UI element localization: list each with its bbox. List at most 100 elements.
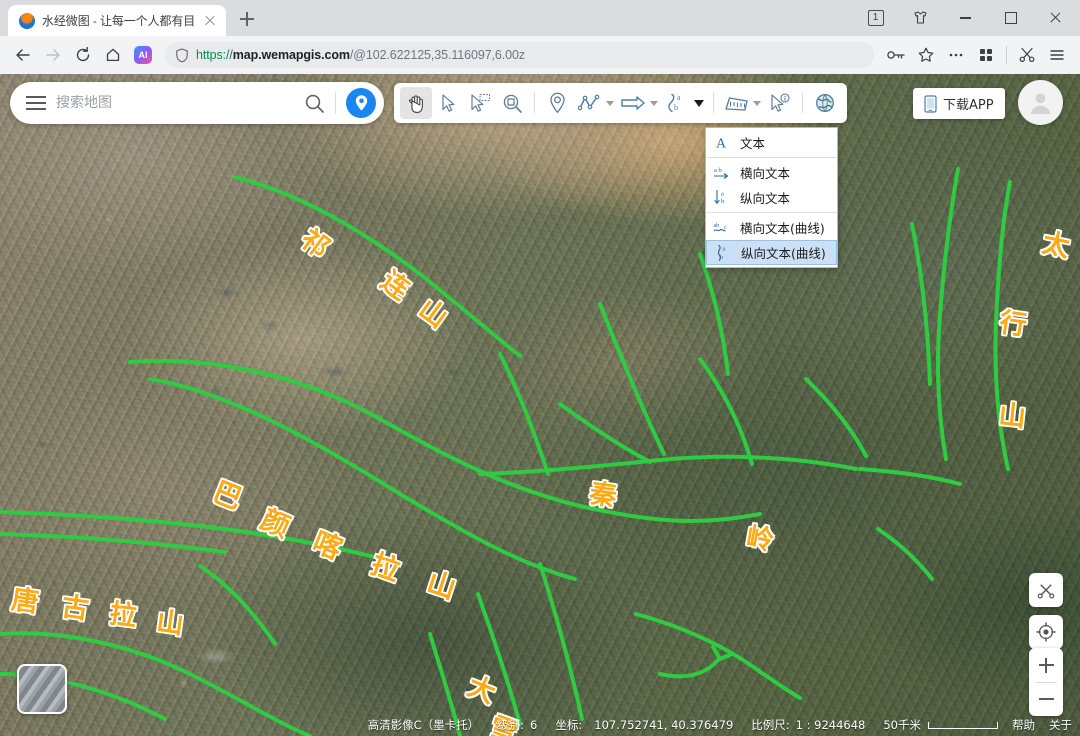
- scissors-icon[interactable]: [1012, 40, 1042, 70]
- reload-icon[interactable]: [68, 40, 98, 70]
- browser-toolbar-right: [881, 40, 1072, 70]
- status-scalebar-label: 50千米: [883, 718, 921, 732]
- collections-icon[interactable]: [898, 2, 943, 34]
- window-close-button[interactable]: [1033, 2, 1078, 34]
- tab-favicon-icon: [19, 12, 35, 29]
- menu-item-label: 文本: [740, 136, 766, 151]
- status-help-link[interactable]: 帮助: [1012, 717, 1035, 733]
- zoom-out-button[interactable]: [1029, 682, 1063, 716]
- status-scale-label: 比例尺:: [751, 718, 790, 732]
- ellipsis-icon[interactable]: [941, 40, 971, 70]
- browser-tab[interactable]: 水经微图 - 让每一个人都有目: [8, 5, 227, 36]
- minimize-button[interactable]: [943, 2, 988, 34]
- horizontal-text-icon: a b: [712, 163, 732, 183]
- text-A-icon: A: [712, 133, 732, 153]
- status-about-link[interactable]: 关于: [1049, 717, 1072, 733]
- toolbar-divider: [1006, 46, 1007, 64]
- status-basemap: 高清影像C（墨卡托）: [367, 718, 480, 732]
- map-search-bar[interactable]: [10, 82, 384, 124]
- hamburger-icon[interactable]: [26, 96, 46, 110]
- text-tool-caret[interactable]: [694, 99, 704, 107]
- download-app-label: 下载APP: [943, 98, 994, 113]
- zoom-controls: [1029, 648, 1063, 716]
- grid-apps-icon[interactable]: [971, 40, 1001, 70]
- url-host: map.wemapgis.com: [232, 48, 350, 62]
- text-tool[interactable]: a b: [661, 87, 693, 119]
- window-controls: 1: [853, 0, 1080, 36]
- svg-text:a: a: [723, 246, 726, 252]
- menu-item-horizontal-curve-text[interactable]: ab c 横向文本(曲线): [706, 215, 837, 240]
- search-icon[interactable]: [304, 93, 325, 114]
- select-arrow-tool[interactable]: [432, 87, 464, 119]
- menu-item-vertical-curve-text[interactable]: ab 纵向文本(曲线): [706, 240, 837, 265]
- crop-scissors-icon[interactable]: [1029, 573, 1063, 607]
- basemap-thumbnail[interactable]: [17, 664, 67, 714]
- address-bar-url: https://map.wemapgis.com/@102.622125,35.…: [196, 48, 525, 62]
- url-path: /@102.622125,35.116097,6.00z: [349, 48, 525, 62]
- zoom-box-tool[interactable]: [496, 87, 528, 119]
- map-pin-icon[interactable]: [346, 88, 376, 118]
- zoom-in-button[interactable]: [1029, 648, 1063, 682]
- home-icon[interactable]: [98, 40, 128, 70]
- search-input[interactable]: [56, 95, 294, 111]
- text-tool-dropdown-menu[interactable]: A 文本 a b 横向文本 ab 纵向文本 ab c 横向文本(曲线) ab 纵…: [705, 127, 838, 268]
- toolbar-divider: [713, 93, 714, 113]
- status-scale-value: 1 : 9244648: [795, 718, 866, 732]
- info-pick-tool[interactable]: [764, 87, 796, 119]
- window-titlebar: 水经微图 - 让每一个人都有目 1: [0, 0, 1080, 36]
- menu-item-label: 纵向文本(曲线): [741, 246, 826, 261]
- user-avatar-icon[interactable]: [1018, 80, 1063, 125]
- toolbar-divider: [534, 93, 535, 113]
- tab-title: 水经微图 - 让每一个人都有目: [42, 14, 196, 28]
- map-canvas[interactable]: 祁 连 山 巴 颜 喀 拉 山 唐 古 拉 山 秦 岭 大 雪 山 太 行 山: [0, 74, 1080, 736]
- scalebar-graphic: [928, 721, 998, 729]
- back-arrow-icon[interactable]: [8, 40, 38, 70]
- measure-tool-caret[interactable]: [753, 100, 761, 106]
- key-icon[interactable]: [881, 40, 911, 70]
- menu-item-horizontal-text[interactable]: a b 横向文本: [706, 160, 837, 185]
- curve-vertical-text-icon: ab: [713, 243, 733, 263]
- curve-horizontal-text-icon: ab c: [712, 218, 732, 238]
- point-marker-tool[interactable]: [541, 87, 573, 119]
- svg-text:a b: a b: [714, 167, 722, 174]
- menu-item-label: 纵向文本: [740, 191, 791, 206]
- search-divider: [335, 92, 336, 114]
- arrow-tool-caret[interactable]: [650, 100, 658, 106]
- toolbar-divider: [802, 93, 803, 113]
- maximize-button[interactable]: [988, 2, 1033, 34]
- status-coord-label: 坐标:: [555, 718, 583, 732]
- menu-item-vertical-text[interactable]: ab 纵向文本: [706, 185, 837, 210]
- download-app-button[interactable]: 下载APP: [913, 88, 1005, 119]
- star-icon[interactable]: [911, 40, 941, 70]
- svg-text:a: a: [721, 191, 724, 198]
- map-vector-overlay: [0, 167, 1012, 736]
- tab-count-button[interactable]: 1: [853, 2, 898, 34]
- polyline-tool-caret[interactable]: [606, 100, 614, 106]
- locate-crosshair-icon[interactable]: [1029, 615, 1063, 649]
- svg-text:b: b: [674, 103, 678, 112]
- hamburger-menu-icon[interactable]: [1042, 40, 1072, 70]
- polyline-tool[interactable]: [573, 87, 605, 119]
- menu-item-text[interactable]: A 文本: [706, 130, 837, 155]
- arrow-tool[interactable]: [617, 87, 649, 119]
- globe-icon[interactable]: [809, 87, 841, 119]
- svg-text:b: b: [720, 255, 723, 261]
- new-tab-button[interactable]: [233, 5, 261, 33]
- marquee-select-tool[interactable]: [464, 87, 496, 119]
- tab-count-value: 1: [867, 10, 884, 26]
- address-bar[interactable]: https://map.wemapgis.com/@102.622125,35.…: [165, 42, 874, 68]
- measure-tool[interactable]: [720, 87, 752, 119]
- menu-item-label: 横向文本: [740, 166, 791, 181]
- menu-separator: [706, 157, 837, 158]
- url-scheme: https://: [196, 48, 233, 62]
- vertical-text-icon: ab: [712, 188, 732, 208]
- status-level-label: 级别:: [497, 718, 525, 732]
- svg-text:b: b: [721, 198, 724, 205]
- pan-hand-tool[interactable]: [400, 87, 432, 119]
- ai-assistant-icon[interactable]: AI: [128, 40, 158, 70]
- status-coord-value: 107.752741, 40.376479: [594, 718, 734, 732]
- tab-close-icon[interactable]: [202, 13, 218, 29]
- forward-arrow-icon[interactable]: [38, 40, 68, 70]
- tab-strip: 水经微图 - 让每一个人都有目: [0, 0, 853, 36]
- menu-separator: [706, 212, 837, 213]
